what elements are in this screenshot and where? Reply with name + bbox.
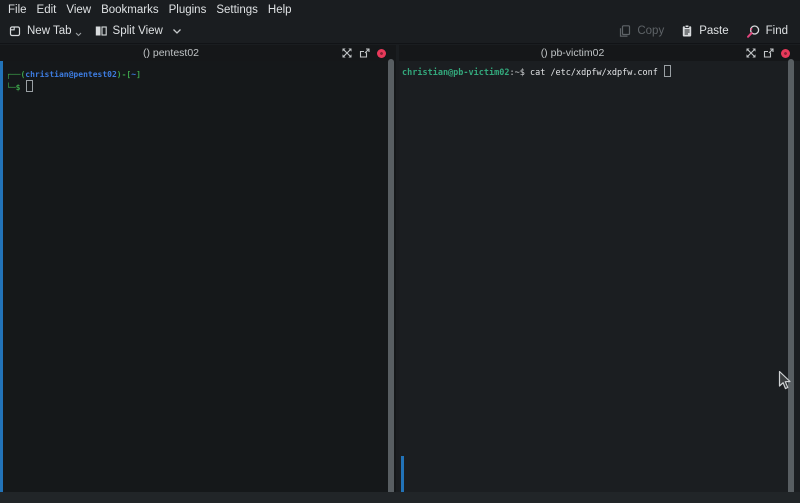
toolbar: New Tab Split View: [0, 19, 800, 44]
menu-plugins[interactable]: Plugins: [164, 2, 212, 18]
paste-clipboard-icon: [680, 24, 694, 38]
terminal-cursor: [664, 65, 671, 77]
menu-bookmarks[interactable]: Bookmarks: [96, 2, 164, 18]
copy-label: Copy: [637, 25, 664, 37]
terminal-output: christian@pb-victim02:~$ cat /etc/xdpfw/…: [399, 61, 800, 79]
right-pane-titlebar: () pb-victim02: [399, 45, 800, 61]
split-view-icon: [94, 24, 108, 38]
prompt-line-1: christian@pb-victim02:~$ cat /etc/xdpfw/…: [402, 65, 800, 79]
split-view-label: Split View: [113, 25, 163, 37]
find-button[interactable]: Find: [745, 24, 788, 39]
menu-help[interactable]: Help: [263, 2, 297, 18]
menu-file[interactable]: File: [3, 2, 32, 18]
split-view-button[interactable]: Split View: [94, 24, 182, 38]
maximize-view-icon[interactable]: [746, 48, 756, 58]
menu-bar: File Edit View Bookmarks Plugins Setting…: [0, 0, 800, 19]
scroll-highlight-bar: [401, 456, 404, 492]
detach-view-icon[interactable]: [763, 48, 774, 59]
right-pane-title: () pb-victim02: [399, 47, 746, 59]
menu-settings[interactable]: Settings: [211, 2, 263, 18]
right-pane-scrollbar[interactable]: [788, 59, 794, 496]
terminal-output: ┌──(christian@pentest02)-[~]└─$: [0, 61, 396, 93]
prompt-line-1: ┌──(christian@pentest02)-[~]: [6, 69, 396, 80]
scroll-highlight-bar: [0, 61, 3, 492]
window-bottom-edge: [0, 492, 800, 503]
terminal-pane-pentest02[interactable]: ┌──(christian@pentest02)-[~]└─$: [0, 61, 396, 492]
menu-view[interactable]: View: [61, 2, 96, 18]
paste-label: Paste: [699, 25, 728, 37]
find-label: Find: [766, 25, 788, 37]
chevron-down-icon: [172, 28, 182, 35]
detach-view-icon[interactable]: [359, 48, 370, 59]
copy-icon: [618, 24, 632, 38]
prompt-line-2: └─$: [6, 80, 396, 93]
left-pane-title: () pentest02: [0, 47, 342, 59]
new-tab-dropdown-caret-icon: [75, 32, 82, 37]
left-pane-scrollbar[interactable]: [388, 59, 394, 496]
maximize-view-icon[interactable]: [342, 48, 352, 58]
copy-button[interactable]: Copy: [618, 24, 664, 38]
new-tab-button[interactable]: New Tab: [8, 24, 82, 38]
terminal-pane-pb-victim02[interactable]: christian@pb-victim02:~$ cat /etc/xdpfw/…: [399, 61, 800, 492]
close-view-icon[interactable]: [377, 49, 386, 58]
new-tab-label: New Tab: [27, 25, 72, 37]
left-pane-titlebar: () pentest02: [0, 45, 396, 61]
paste-button[interactable]: Paste: [680, 24, 728, 38]
close-view-icon[interactable]: [781, 49, 790, 58]
menu-edit[interactable]: Edit: [32, 2, 62, 18]
konsole-window: File Edit View Bookmarks Plugins Setting…: [0, 0, 800, 503]
terminal-cursor: [26, 80, 33, 92]
tab-new-icon: [8, 24, 22, 38]
search-magnifier-icon: [745, 24, 761, 39]
